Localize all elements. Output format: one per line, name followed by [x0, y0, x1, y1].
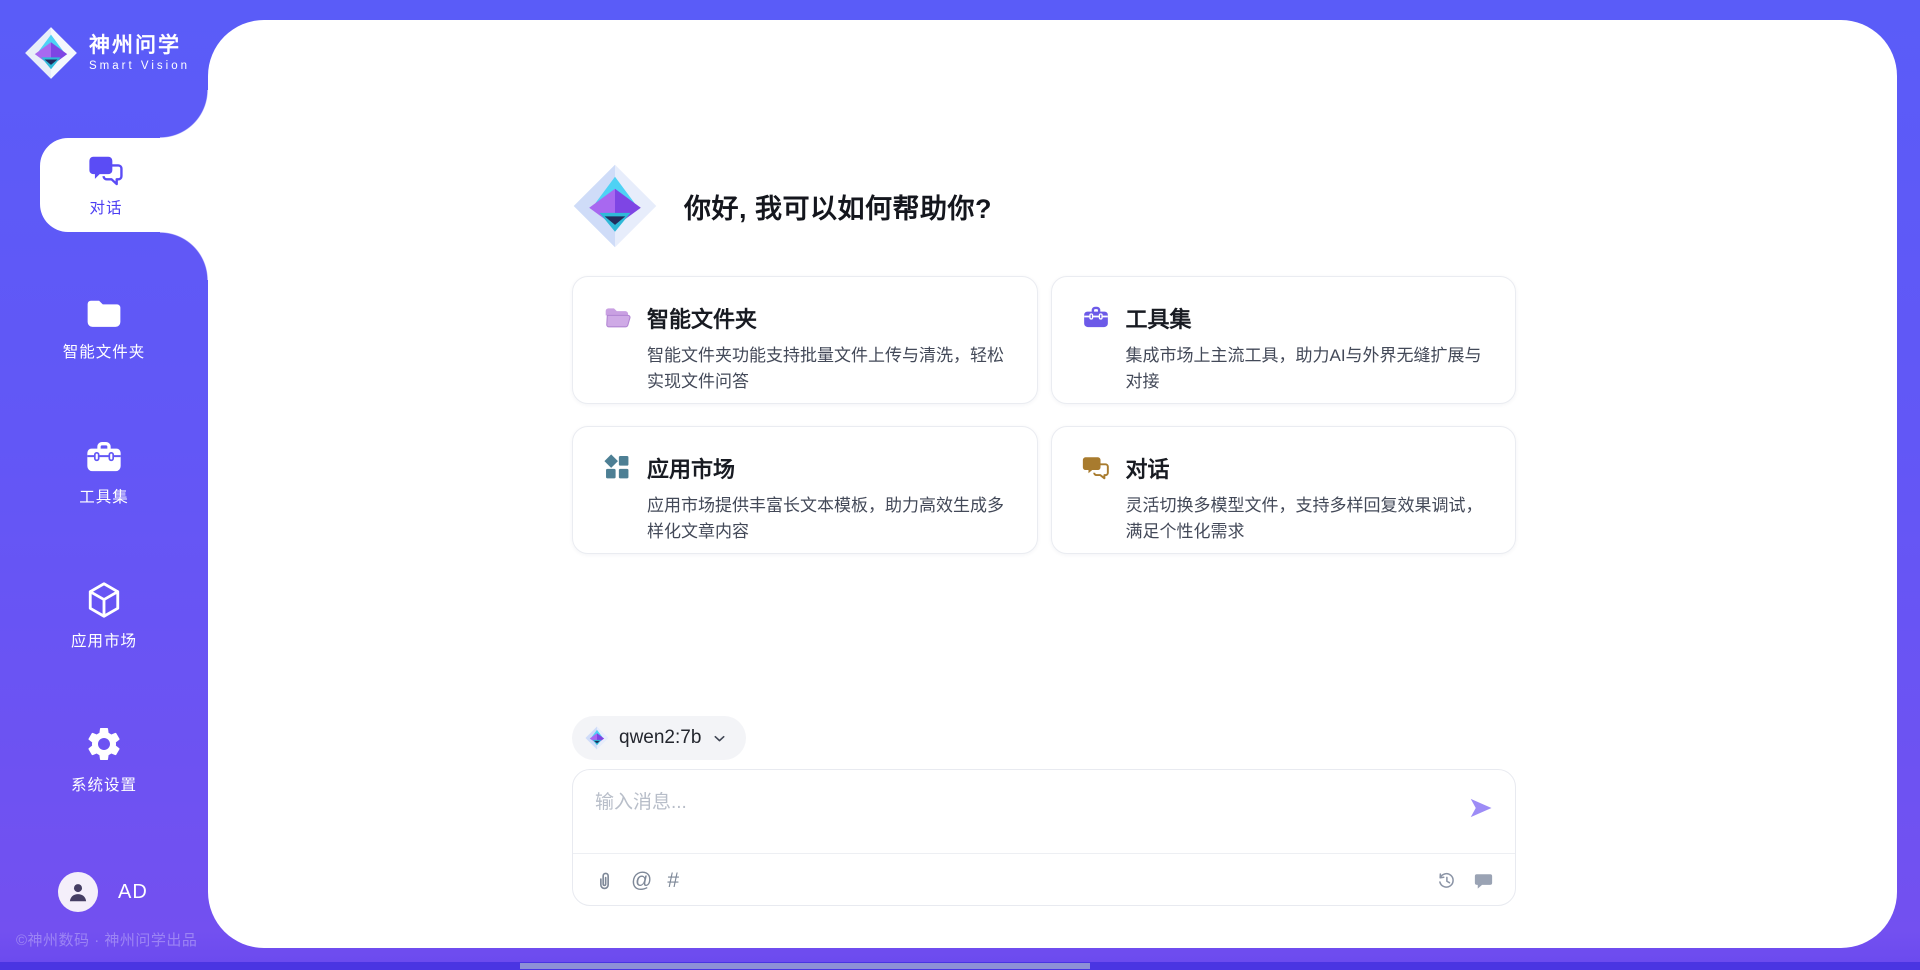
- active-tab-fillet-bottom: [160, 232, 208, 280]
- sidebar-item-label: 系统设置: [71, 773, 137, 795]
- hashtag-icon[interactable]: #: [667, 870, 679, 891]
- card-desc: 集成市场上主流工具，助力AI与外界无缝扩展与对接: [1126, 343, 1486, 394]
- feedback-icon[interactable]: [1472, 869, 1495, 892]
- toolbox-icon: [1082, 303, 1110, 331]
- composer-toolbar: @ #: [573, 854, 1515, 906]
- message-input[interactable]: [573, 770, 1433, 832]
- message-composer: @ #: [572, 769, 1516, 906]
- user-account[interactable]: AD: [58, 872, 148, 912]
- active-tab-fillet-top: [160, 90, 208, 138]
- main-panel: 你好, 我可以如何帮助你? 智能文件夹 智能文件夹功能支持批量文件上传与清洗，轻…: [208, 20, 1897, 948]
- card-desc: 应用市场提供丰富长文本模板，助力高效生成多样化文章内容: [647, 493, 1007, 544]
- card-title: 智能文件夹: [647, 302, 1007, 334]
- history-icon[interactable]: [1435, 869, 1458, 892]
- card-title: 应用市场: [647, 452, 1007, 484]
- folder-icon: [84, 295, 124, 331]
- chat-icon: [1082, 453, 1110, 481]
- card-smart-folder[interactable]: 智能文件夹 智能文件夹功能支持批量文件上传与清洗，轻松实现文件问答: [572, 276, 1038, 404]
- greeting-block: 你好, 我可以如何帮助你?: [572, 163, 992, 249]
- user-name: AD: [118, 881, 148, 904]
- sidebar-footer: ©神州数码 · 神州问学出品: [16, 929, 197, 950]
- sidebar-item-chat[interactable]: 对话: [40, 138, 208, 232]
- sidebar-item-label: 工具集: [79, 485, 129, 507]
- folder-open-icon: [603, 303, 631, 331]
- brand-logo: 神州问学 Smart Vision: [24, 26, 190, 80]
- model-name: qwen2:7b: [619, 727, 701, 749]
- model-selector[interactable]: qwen2:7b: [572, 716, 746, 760]
- grid-icon: [603, 453, 631, 481]
- logo-diamond-icon: [24, 26, 78, 80]
- sidebar-item-app-market[interactable]: 应用市场: [0, 571, 208, 659]
- brand-subtitle: Smart Vision: [89, 60, 190, 72]
- mention-icon[interactable]: @: [631, 870, 652, 891]
- sidebar-item-label: 应用市场: [71, 629, 137, 651]
- person-icon: [65, 879, 91, 905]
- attachment-icon[interactable]: [593, 869, 616, 892]
- sidebar-item-settings[interactable]: 系统设置: [0, 715, 208, 803]
- send-icon[interactable]: [1467, 794, 1495, 822]
- cube-icon: [84, 580, 124, 620]
- bottom-hint-bar: [520, 963, 1090, 969]
- greeting-text: 你好, 我可以如何帮助你?: [684, 187, 992, 226]
- sidebar-item-toolset[interactable]: 工具集: [0, 428, 208, 516]
- sidebar-item-label: 对话: [89, 196, 122, 218]
- feature-cards: 智能文件夹 智能文件夹功能支持批量文件上传与清洗，轻松实现文件问答 工具集 集成…: [572, 276, 1516, 554]
- card-title: 工具集: [1126, 302, 1486, 334]
- card-desc: 灵活切换多模型文件，支持多样回复效果调试，满足个性化需求: [1126, 493, 1486, 544]
- brand-name: 神州问学: [89, 34, 190, 58]
- card-app-market[interactable]: 应用市场 应用市场提供丰富长文本模板，助力高效生成多样化文章内容: [572, 426, 1038, 554]
- chevron-down-icon: [711, 730, 728, 747]
- gear-icon: [84, 724, 124, 764]
- sidebar: 神州问学 Smart Vision 对话 智能文件夹 工具集 应用市场: [0, 0, 208, 970]
- logo-diamond-icon: [585, 726, 609, 750]
- card-chat[interactable]: 对话 灵活切换多模型文件，支持多样回复效果调试，满足个性化需求: [1051, 426, 1517, 554]
- card-toolset[interactable]: 工具集 集成市场上主流工具，助力AI与外界无缝扩展与对接: [1051, 276, 1517, 404]
- brand-diamond-icon: [572, 163, 658, 249]
- sidebar-item-label: 智能文件夹: [63, 340, 146, 362]
- toolbox-icon: [84, 438, 124, 476]
- card-desc: 智能文件夹功能支持批量文件上传与清洗，轻松实现文件问答: [647, 343, 1007, 394]
- chat-icon: [87, 153, 125, 189]
- sidebar-item-smart-folder[interactable]: 智能文件夹: [0, 284, 208, 372]
- card-title: 对话: [1126, 452, 1486, 484]
- avatar: [58, 872, 98, 912]
